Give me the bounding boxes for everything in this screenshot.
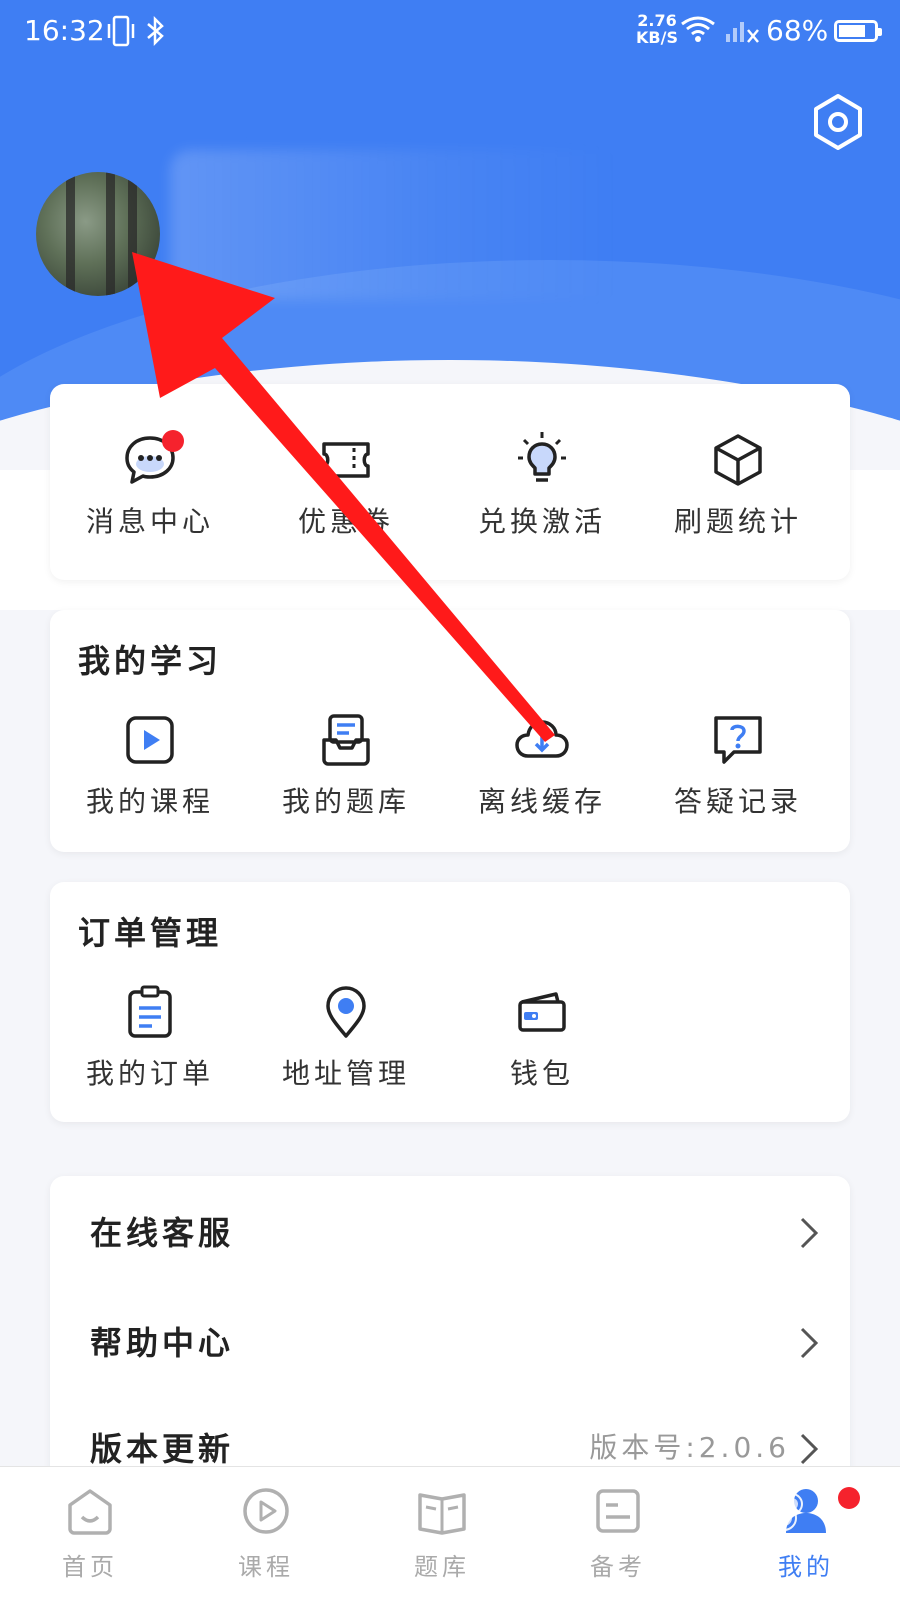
learning-item-label: 答疑记录 [673,785,802,818]
offline-cache-item[interactable]: 离线缓存 [442,710,642,820]
list-row-label: 在线客服 [90,1214,235,1252]
quick-action-label: 刷题统计 [673,505,802,538]
location-pin-icon [326,986,366,1038]
user-avatar[interactable] [36,172,160,296]
question-bubble-icon [714,716,762,764]
order-item-label: 我的订单 [85,1057,214,1090]
qa-records-item[interactable]: 答疑记录 [638,710,838,820]
status-time: 16:32 [24,14,105,47]
version-number: 版本号:2.0.6 [589,1431,790,1464]
vibrate-icon [107,15,135,47]
my-orders-item[interactable]: 我的订单 [50,982,250,1092]
settings-hexagon-icon[interactable] [808,92,868,152]
play-box-icon [126,716,174,764]
home-icon [68,1489,112,1535]
tab-question-bank[interactable]: 题库 [352,1483,532,1582]
clipboard-icon [128,985,172,1038]
learning-item-label: 我的题库 [281,785,410,818]
order-management-title: 订单管理 [78,914,223,952]
signal-icon [726,22,759,43]
tab-courses[interactable]: 课程 [176,1483,356,1582]
quick-action-label: 消息中心 [85,505,214,538]
tab-home[interactable]: 首页 [0,1483,180,1582]
order-item-label: 地址管理 [281,1057,410,1090]
settings-list-card: 在线客服 帮助中心 版本更新 版本号:2.0.6 [50,1176,850,1496]
order-item-label: 钱包 [509,1057,574,1090]
lightbulb-icon [518,432,566,482]
quick-action-label: 兑换激活 [477,505,606,538]
list-row-online-service[interactable]: 在线客服 [50,1176,850,1286]
network-speed: 2.76 KB/S [636,11,678,47]
quick-action-label: 优惠券 [297,505,394,538]
tab-label: 题库 [414,1553,470,1581]
wifi-icon [681,16,715,42]
my-learning-card: 我的学习 我的课程 我的题库 离线缓存 答疑记录 [50,610,850,852]
my-courses-item[interactable]: 我的课程 [50,710,250,820]
chevron-right-icon [800,1433,819,1465]
battery-icon [834,20,882,42]
list-row-help-center[interactable]: 帮助中心 [50,1286,850,1396]
learning-item-label: 我的课程 [85,785,214,818]
chevron-right-icon [800,1327,819,1359]
quick-action-message-center[interactable]: 消息中心 [50,430,250,540]
quick-action-redeem[interactable]: 兑换激活 [442,430,642,540]
coupon-ticket-icon [322,442,370,478]
cloud-download-icon [515,720,569,758]
my-question-bank-item[interactable]: 我的题库 [246,710,446,820]
quick-action-practice-stats[interactable]: 刷题统计 [638,430,838,540]
list-row-label: 帮助中心 [90,1324,235,1362]
chevron-right-icon [800,1217,819,1249]
bluetooth-icon [147,15,164,47]
watermark-logo [765,1493,803,1531]
order-management-card: 订单管理 我的订单 地址管理 钱包 [50,882,850,1122]
username-redacted[interactable] [170,150,620,300]
play-circle-icon [243,1488,289,1534]
battery-percentage: 68% [766,14,829,47]
status-bar: 16:32 2.76 KB/S 68% [0,0,900,64]
my-learning-title: 我的学习 [78,642,223,680]
notes-icon [596,1489,640,1533]
quick-actions-card: 消息中心 优惠券 兑换激活 刷题统计 [50,384,850,580]
tab-label: 首页 [62,1553,118,1581]
tray-icon [322,714,370,766]
wallet-icon [518,992,566,1032]
message-badge [162,430,184,452]
tab-label: 课程 [238,1553,294,1581]
address-management-item[interactable]: 地址管理 [246,982,446,1092]
quick-action-coupon[interactable]: 优惠券 [246,430,446,540]
learning-item-label: 离线缓存 [477,785,606,818]
list-row-label: 版本更新 [90,1430,235,1468]
book-icon [418,1493,466,1535]
wallet-item[interactable]: 钱包 [442,982,642,1092]
cube-icon [714,434,762,486]
